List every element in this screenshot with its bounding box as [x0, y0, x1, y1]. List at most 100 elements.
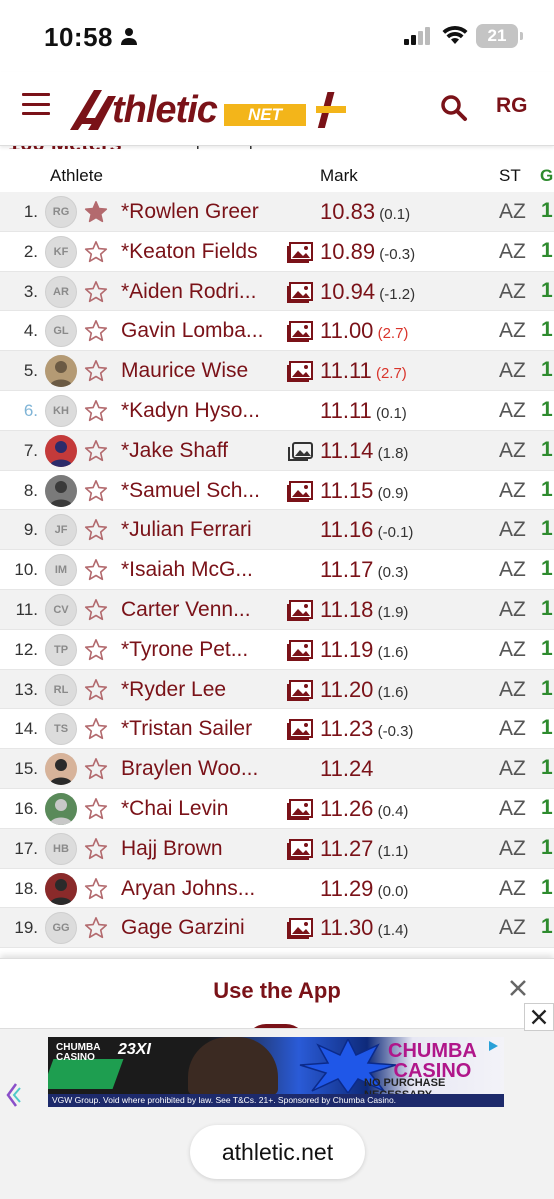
athlete-name-link[interactable]: Maurice Wise [121, 359, 283, 383]
table-row[interactable]: 6. KH *Kadyn Hyso... 11.11 (0.1) AZ 1 [0, 391, 554, 431]
athlete-name-link[interactable]: Braylen Woo... [121, 757, 283, 781]
mark-link[interactable]: 11.14 (1.8) [320, 438, 408, 464]
mark-link[interactable]: 10.94 (-1.2) [320, 279, 415, 305]
star-outline-icon[interactable] [84, 240, 108, 264]
table-row[interactable]: 10. IM *Isaiah McG... 11.17 (0.3) AZ 1 [0, 550, 554, 590]
star-outline-icon[interactable] [84, 757, 108, 781]
photo-video-icon[interactable] [286, 838, 314, 861]
star-outline-icon[interactable] [84, 638, 108, 662]
table-row[interactable]: 5. Maurice Wise 11.11 (2.7) AZ 1 [0, 351, 554, 391]
athlete-name-link[interactable]: *Aiden Rodri... [121, 280, 283, 304]
mark-link[interactable]: 11.18 (1.9) [320, 597, 408, 623]
table-row[interactable]: 12. TP *Tyrone Pet... 11.19 (1.6) AZ 1 [0, 630, 554, 670]
avatar[interactable]: AR [45, 275, 77, 308]
star-outline-icon[interactable] [84, 399, 108, 423]
star-outline-icon[interactable] [84, 518, 108, 542]
avatar[interactable] [45, 872, 77, 905]
star-outline-icon[interactable] [84, 877, 108, 901]
mark-link[interactable]: 11.00 (2.7) [320, 318, 408, 344]
athlete-name-link[interactable]: *Tyrone Pet... [121, 638, 283, 662]
table-row[interactable]: 16. *Chai Levin 11.26 (0.4) AZ 1 [0, 789, 554, 829]
star-filled-icon[interactable] [84, 200, 108, 224]
avatar[interactable]: KF [45, 235, 77, 268]
mark-link[interactable]: 11.20 (1.6) [320, 677, 408, 703]
table-row[interactable]: 15. Braylen Woo... 11.24 AZ 1 [0, 749, 554, 789]
search-icon[interactable] [440, 94, 468, 122]
photo-video-icon[interactable] [286, 918, 314, 940]
avatar[interactable]: GG [45, 912, 77, 945]
athlete-name-link[interactable]: Gavin Lomba... [121, 319, 283, 343]
athlete-name-link[interactable]: *Chai Levin [121, 797, 283, 821]
avatar[interactable]: GL [45, 315, 77, 348]
use-app-banner[interactable]: Use the App [0, 958, 554, 1028]
star-outline-icon[interactable] [84, 479, 108, 503]
photo-video-icon[interactable] [286, 321, 314, 343]
athlete-name-link[interactable]: Carter Venn... [121, 598, 283, 622]
ad-chevron-icon[interactable] [4, 1082, 22, 1108]
athlete-name-link[interactable]: *Samuel Sch... [121, 479, 283, 503]
athlete-name-link[interactable]: Gage Garzini [121, 916, 283, 940]
star-outline-icon[interactable] [84, 916, 108, 940]
avatar[interactable]: TP [45, 633, 77, 666]
table-row[interactable]: 17. HB Hajj Brown 11.27 (1.1) AZ 1 [0, 828, 554, 869]
mark-link[interactable]: 11.27 (1.1) [320, 836, 408, 862]
avatar[interactable]: CV [45, 593, 77, 626]
avatar[interactable] [45, 474, 77, 507]
mark-link[interactable]: 10.83 (0.1) [320, 199, 410, 225]
table-row[interactable]: 4. GL Gavin Lomba... 11.00 (2.7) AZ 1 [0, 311, 554, 352]
mark-link[interactable]: 11.23 (-0.3) [320, 716, 413, 742]
mark-link[interactable]: 11.19 (1.6) [320, 637, 408, 663]
table-row[interactable]: 1. RG *Rowlen Greer 10.83 (0.1) AZ 1 [0, 192, 554, 232]
user-account-button[interactable]: RG [496, 94, 528, 118]
athlete-name-link[interactable]: *Jake Shaff [121, 439, 283, 463]
table-row[interactable]: 8. *Samuel Sch... 11.15 (0.9) AZ 1 [0, 471, 554, 511]
table-row[interactable]: 14. TS *Tristan Sailer 11.23 (-0.3) AZ 1 [0, 709, 554, 750]
star-outline-icon[interactable] [84, 678, 108, 702]
photo-video-icon[interactable] [286, 719, 314, 741]
athlete-name-link[interactable]: *Rowlen Greer [121, 200, 283, 224]
photo-video-icon[interactable] [286, 241, 314, 264]
avatar[interactable]: JF [45, 514, 77, 547]
avatar[interactable] [45, 792, 77, 825]
table-row[interactable]: 3. AR *Aiden Rodri... 10.94 (-1.2) AZ 1 [0, 271, 554, 312]
photo-video-icon[interactable] [286, 639, 314, 662]
browser-url-bar[interactable]: athletic.net [190, 1125, 365, 1179]
ad-creative[interactable]: CHUMBA CASINO 23XI CHUMBA CASINO NO PURC… [48, 1037, 504, 1107]
athletic-net-logo[interactable]: thletic NET [68, 84, 350, 132]
star-outline-icon[interactable] [84, 717, 108, 741]
close-icon[interactable] [507, 977, 529, 999]
photo-video-icon[interactable] [286, 679, 314, 702]
athlete-name-link[interactable]: Hajj Brown [121, 837, 283, 861]
mark-link[interactable]: 11.11 (0.1) [320, 398, 407, 424]
mark-link[interactable]: 11.30 (1.4) [320, 915, 408, 941]
avatar[interactable]: RL [45, 673, 77, 706]
column-state[interactable]: ST [499, 166, 521, 186]
photo-video-icon[interactable] [286, 798, 314, 821]
column-grade[interactable]: G [540, 166, 553, 186]
mark-link[interactable]: 11.11 (2.7) [320, 358, 407, 384]
mark-link[interactable]: 11.17 (0.3) [320, 557, 408, 583]
avatar[interactable] [45, 355, 77, 388]
avatar[interactable] [45, 434, 77, 467]
table-row[interactable]: 7. *Jake Shaff 11.14 (1.8) AZ 1 [0, 430, 554, 471]
photo-video-icon[interactable] [286, 599, 314, 622]
table-row[interactable]: 19. GG Gage Garzini 11.30 (1.4) AZ 1 [0, 908, 554, 949]
star-outline-icon[interactable] [84, 598, 108, 622]
athlete-name-link[interactable]: *Ryder Lee [121, 678, 283, 702]
athlete-name-link[interactable]: *Kadyn Hyso... [121, 399, 283, 423]
ad-close-icon[interactable] [524, 1003, 554, 1031]
star-outline-icon[interactable] [84, 837, 108, 861]
star-outline-icon[interactable] [84, 439, 108, 463]
mark-link[interactable]: 11.16 (-0.1) [320, 517, 413, 543]
mark-link[interactable]: 11.24 [320, 756, 373, 782]
avatar[interactable]: IM [45, 554, 77, 587]
star-outline-icon[interactable] [84, 359, 108, 383]
athlete-name-link[interactable]: *Julian Ferrari [121, 518, 283, 542]
table-row[interactable]: 11. CV Carter Venn... 11.18 (1.9) AZ 1 [0, 589, 554, 630]
menu-icon[interactable] [22, 93, 50, 115]
athlete-name-link[interactable]: Aryan Johns... [121, 877, 283, 901]
mark-link[interactable]: 11.29 (0.0) [320, 876, 408, 902]
mark-link[interactable]: 11.26 (0.4) [320, 796, 408, 822]
star-outline-icon[interactable] [84, 797, 108, 821]
star-outline-icon[interactable] [84, 280, 108, 304]
